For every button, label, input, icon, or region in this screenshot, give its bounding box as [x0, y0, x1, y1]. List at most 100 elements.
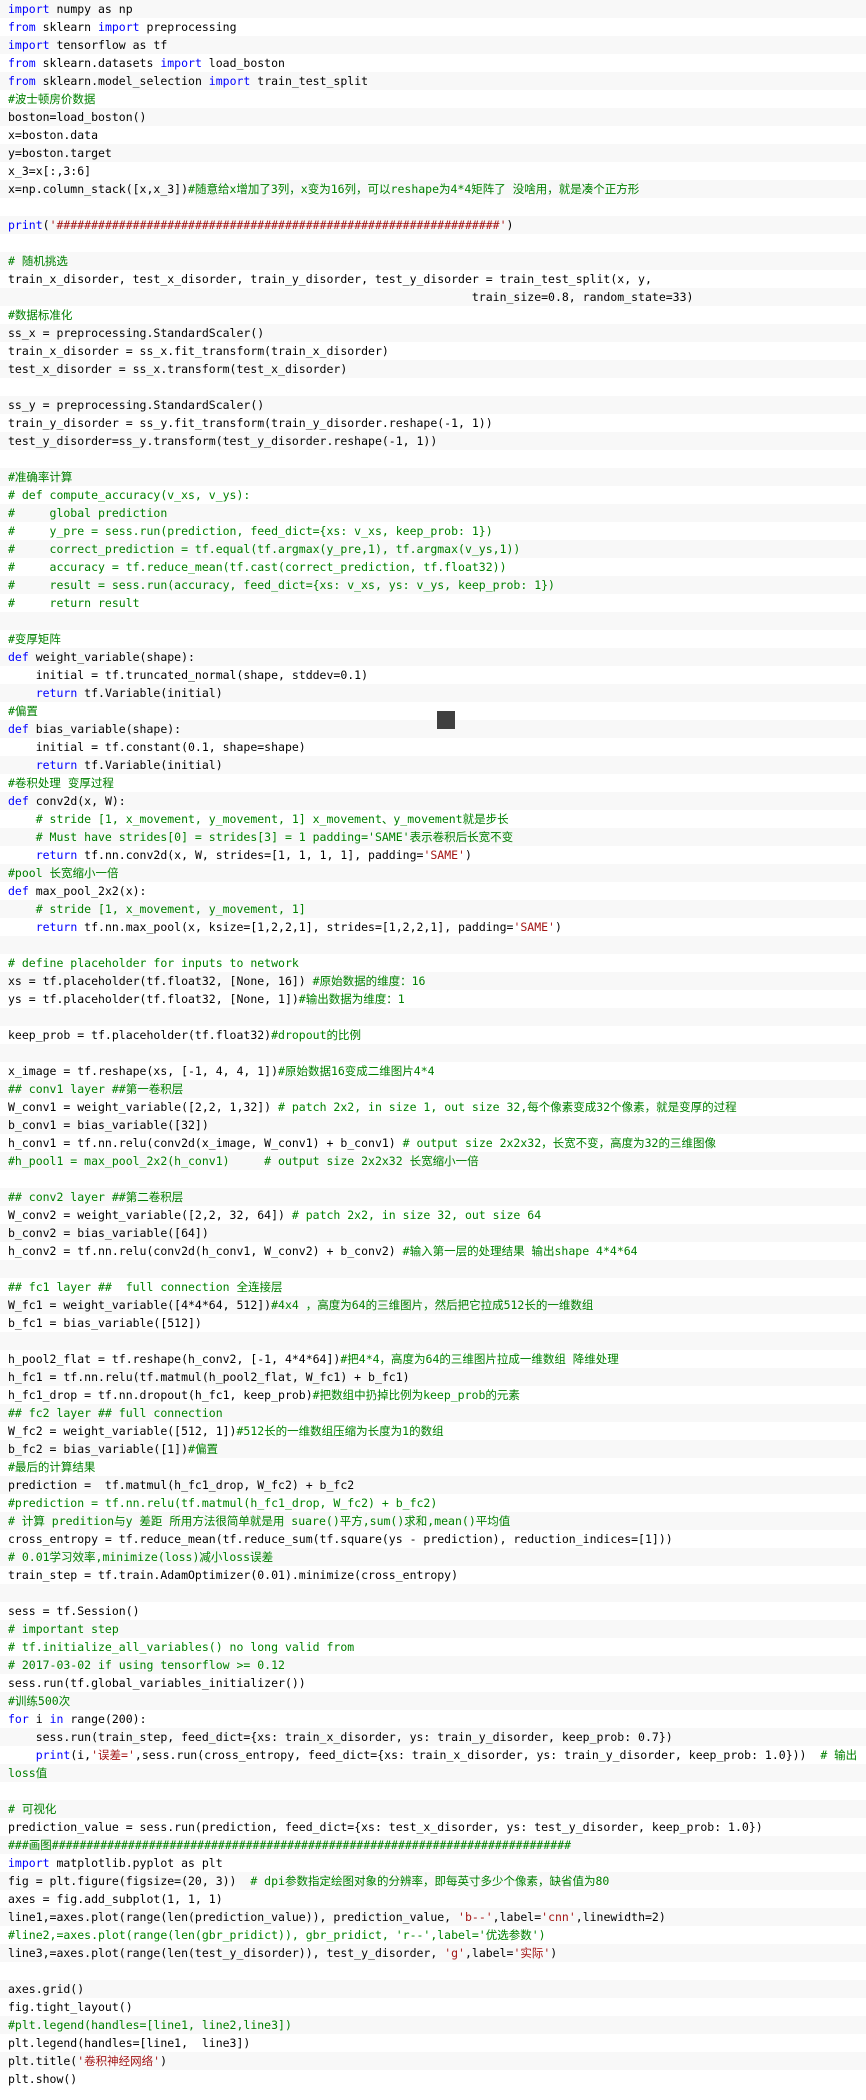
- code-token: tf.Variable(initial): [77, 758, 223, 772]
- code-line: initial = tf.constant(0.1, shape=shape): [0, 738, 866, 756]
- code-token: axes = fig.add_subplot(1, 1, 1): [8, 1892, 223, 1906]
- code-token: def: [8, 650, 29, 664]
- code-line: W_fc1 = weight_variable([4*4*64, 512])#4…: [0, 1296, 866, 1314]
- code-line: fig.tight_layout(): [0, 1998, 866, 2016]
- code-editor[interactable]: import numpy as np from sklearn import pr…: [0, 0, 866, 2100]
- code-token: ## conv1 layer ##第一卷积层: [8, 1082, 184, 1096]
- code-line: # return result: [0, 594, 866, 612]
- code-token: h_conv1 = tf.nn.relu(conv2d(x_image, W_c…: [8, 1136, 403, 1150]
- code-token: train_test_split: [250, 74, 369, 88]
- code-token: axes.grid(): [8, 1982, 85, 1996]
- code-line: W_fc2 = weight_variable([512, 1])#512长的一…: [0, 1422, 866, 1440]
- code-token: from: [8, 56, 36, 70]
- code-line: # y_pre = sess.run(prediction, feed_dict…: [0, 522, 866, 540]
- code-token: def: [8, 722, 29, 736]
- code-token: # patch 2x2, in size 32, out size 64: [291, 1208, 542, 1222]
- code-token: W_fc1 = weight_variable([4*4*64, 512]): [8, 1298, 272, 1312]
- code-token: (: [42, 218, 50, 232]
- code-line: xs = tf.placeholder(tf.float32, [None, 1…: [0, 972, 866, 990]
- code-token: sklearn: [35, 20, 99, 34]
- code-token: import: [8, 38, 50, 52]
- code-token: h_pool2_flat = tf.reshape(h_conv2, [-1, …: [8, 1352, 341, 1366]
- code-line: print('#################################…: [0, 216, 866, 234]
- code-token: plt.legend(handles=[line1, line3]): [8, 2036, 251, 2050]
- code-token: ): [506, 218, 514, 232]
- code-line: b_fc1 = bias_variable([512]): [0, 1314, 866, 1332]
- code-line: sess.run(train_step, feed_dict={xs: trai…: [0, 1728, 866, 1746]
- code-line: b_fc2 = bias_variable([1])#偏置: [0, 1440, 866, 1458]
- code-token: import: [160, 56, 202, 70]
- code-token: h_fc1 = tf.nn.relu(tf.matmul(h_pool2_fla…: [8, 1370, 410, 1384]
- code-token: test_x_disorder = ss_x.transform(test_x_…: [8, 362, 348, 376]
- code-token: return: [35, 758, 78, 772]
- code-token: ss_x = preprocessing.StandardScaler(): [8, 326, 265, 340]
- code-token: #h_pool1 = max_pool_2x2(h_conv1) # outpu…: [8, 1154, 479, 1168]
- code-token: x=boston.data: [8, 128, 99, 142]
- code-line: def conv2d(x, W):: [0, 792, 866, 810]
- code-token: sess.run(tf.global_variables_initializer…: [8, 1676, 306, 1690]
- code-line: [0, 1260, 866, 1278]
- code-line: #plt.legend(handles=[line1, line2,line3]…: [0, 2016, 866, 2034]
- code-token: ## fc2 layer ## full connection: [8, 1406, 223, 1420]
- code-line: # Must have strides[0] = strides[3] = 1 …: [0, 828, 866, 846]
- code-line: plt.legend(handles=[line1, line3]): [0, 2034, 866, 2052]
- code-token: import: [208, 74, 251, 88]
- code-token: # def compute_accuracy(v_xs, v_ys):: [8, 488, 251, 502]
- code-token: load_boston: [201, 56, 285, 70]
- code-token: ): [554, 920, 562, 934]
- code-token: # global prediction: [8, 506, 168, 520]
- code-token: # 可视化: [8, 1802, 57, 1816]
- code-token: 'g': [444, 1946, 465, 1960]
- code-line: # global prediction: [0, 504, 866, 522]
- code-line: def max_pool_2x2(x):: [0, 882, 866, 900]
- code-token: b_conv2 = bias_variable([64]): [8, 1226, 209, 1240]
- code-token: # accuracy = tf.reduce_mean(tf.cast(corr…: [8, 560, 507, 574]
- code-line: #准确率计算: [0, 468, 866, 486]
- code-line: x=boston.data: [0, 126, 866, 144]
- code-token: prediction_value = sess.run(prediction, …: [8, 1820, 763, 1834]
- code-line: axes = fig.add_subplot(1, 1, 1): [0, 1890, 866, 1908]
- code-token: # y_pre = sess.run(prediction, feed_dict…: [8, 524, 493, 538]
- code-token: numpy as np: [49, 2, 133, 16]
- code-token: # define placeholder for inputs to netwo…: [8, 956, 299, 970]
- code-line: line3,=axes.plot(range(len(test_y_disord…: [0, 1944, 866, 1962]
- code-token: tf.nn.conv2d(x, W, strides=[1, 1, 1, 1],…: [77, 848, 424, 862]
- code-line: [0, 234, 866, 252]
- code-line: # result = sess.run(accuracy, feed_dict=…: [0, 576, 866, 594]
- code-token: #训练500次: [8, 1694, 71, 1708]
- code-line: b_conv2 = bias_variable([64]): [0, 1224, 866, 1242]
- code-line: #h_pool1 = max_pool_2x2(h_conv1) # outpu…: [0, 1152, 866, 1170]
- code-token: for: [8, 1712, 29, 1726]
- code-line: [0, 1044, 866, 1062]
- code-line: ## conv1 layer ##第一卷积层: [0, 1080, 866, 1098]
- code-token: ## conv2 layer ##第二卷积层: [8, 1190, 184, 1204]
- code-line: #pool 长宽缩小一倍: [0, 864, 866, 882]
- code-token: y=boston.target: [8, 146, 112, 160]
- code-line: [0, 1008, 866, 1026]
- code-token: print: [8, 218, 43, 232]
- code-line: from sklearn.datasets import load_boston: [0, 54, 866, 72]
- code-token: # stride [1, x_movement, y_movement, 1]: [8, 902, 306, 916]
- code-token: ###画图###################################…: [8, 1838, 572, 1852]
- code-line: # tf.initialize_all_variables() no long …: [0, 1638, 866, 1656]
- code-token: #偏置: [8, 704, 38, 718]
- code-token: ): [160, 2054, 168, 2068]
- code-line: loss值: [0, 1764, 866, 1782]
- code-token: train_size=0.8, random_state=33): [8, 290, 694, 304]
- code-line: plt.show(): [0, 2070, 866, 2088]
- code-token: preprocessing: [139, 20, 237, 34]
- code-token: line1,=axes.plot(range(len(prediction_va…: [8, 1910, 459, 1924]
- code-token: '#######################################…: [49, 218, 507, 232]
- code-token: # Must have strides[0] = strides[3] = 1 …: [8, 830, 514, 844]
- code-token: def: [8, 794, 29, 808]
- code-token: sklearn.datasets: [35, 56, 161, 70]
- code-token: W_conv2 = weight_variable([2,2, 32, 64]): [8, 1208, 292, 1222]
- code-line: [0, 198, 866, 216]
- code-token: W_conv1 = weight_variable([2,2, 1,32]): [8, 1100, 279, 1114]
- code-line: sess.run(tf.global_variables_initializer…: [0, 1674, 866, 1692]
- code-token: #卷积处理 变厚过程: [8, 776, 114, 790]
- code-line: h_pool2_flat = tf.reshape(h_conv2, [-1, …: [0, 1350, 866, 1368]
